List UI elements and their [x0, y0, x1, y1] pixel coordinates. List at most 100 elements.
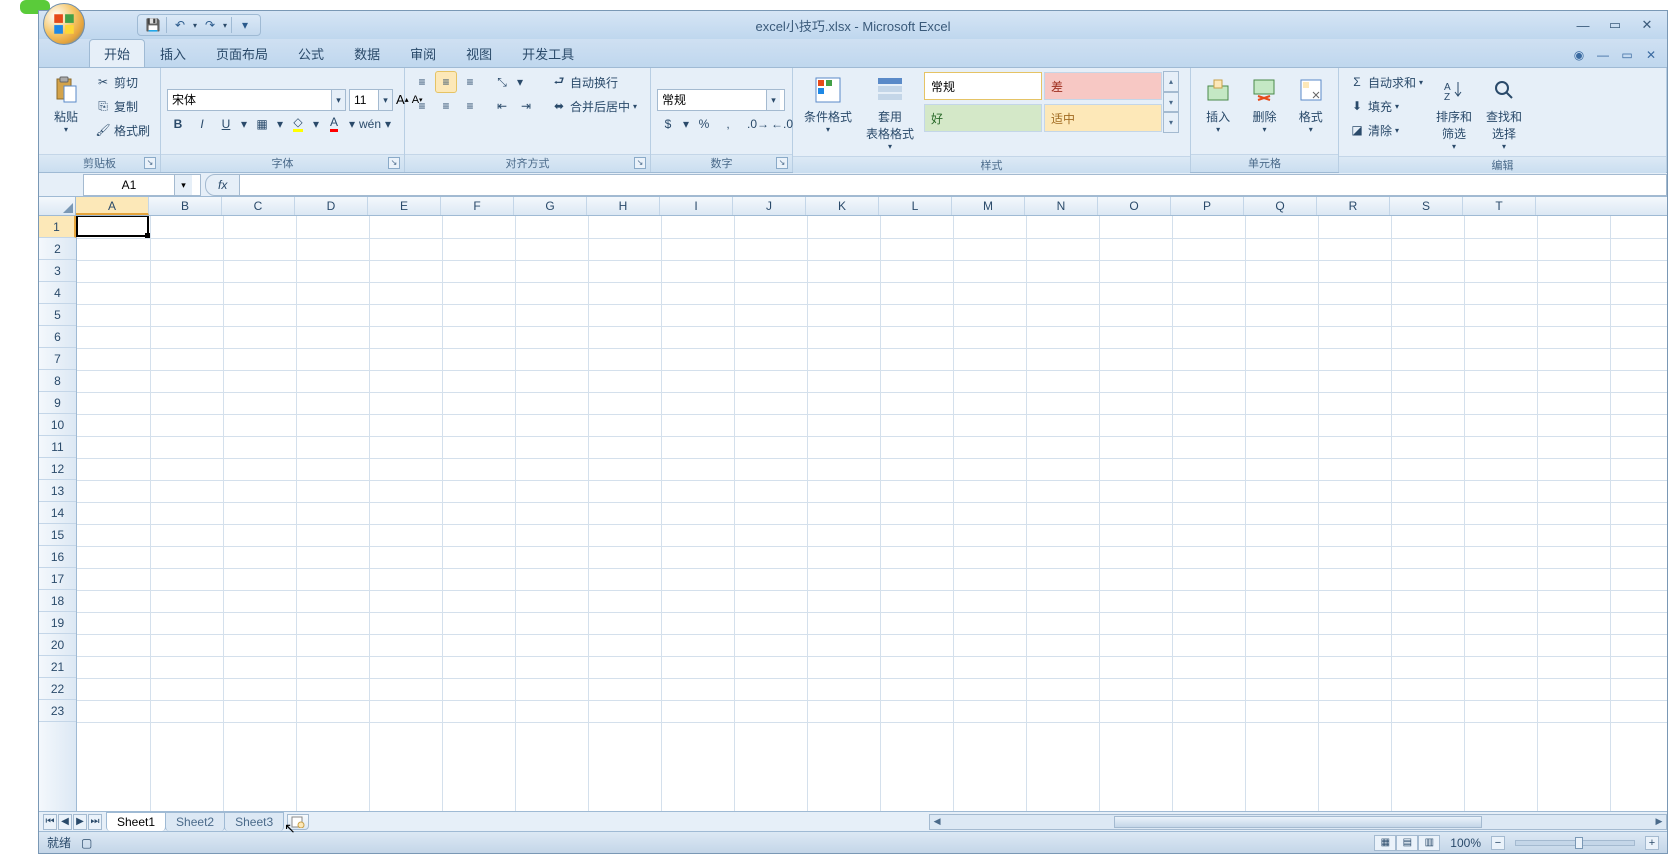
clear-button[interactable]: ◪清除▾: [1345, 119, 1427, 141]
name-box-input[interactable]: [84, 178, 174, 192]
dialog-launcher[interactable]: ↘: [776, 157, 788, 169]
col-header-D[interactable]: D: [295, 197, 368, 215]
gallery-down[interactable]: ▾: [1163, 92, 1179, 113]
col-header-H[interactable]: H: [587, 197, 660, 215]
style-normal[interactable]: 常规: [924, 72, 1042, 100]
decrease-indent-button[interactable]: ⇤: [491, 95, 513, 117]
tab-insert[interactable]: 插入: [145, 39, 201, 67]
zoom-in-button[interactable]: +: [1645, 836, 1659, 850]
help-icon[interactable]: ◉: [1571, 47, 1587, 63]
undo-dropdown[interactable]: ▾: [193, 21, 197, 30]
fill-button[interactable]: ⬇填充▾: [1345, 95, 1427, 117]
sheet-tab-sheet3[interactable]: Sheet3: [224, 812, 284, 831]
percent-button[interactable]: %: [693, 113, 715, 135]
accounting-format-button[interactable]: $: [657, 113, 679, 135]
col-header-G[interactable]: G: [514, 197, 587, 215]
undo-button[interactable]: ↶: [171, 16, 189, 34]
font-color-dropdown[interactable]: ▾: [347, 113, 357, 135]
row-header-4[interactable]: 4: [39, 282, 76, 304]
col-header-E[interactable]: E: [368, 197, 441, 215]
paste-button[interactable]: 粘贴 ▾: [45, 71, 87, 137]
row-header-16[interactable]: 16: [39, 546, 76, 568]
col-header-T[interactable]: T: [1463, 197, 1536, 215]
col-header-R[interactable]: R: [1317, 197, 1390, 215]
row-header-7[interactable]: 7: [39, 348, 76, 370]
row-header-22[interactable]: 22: [39, 678, 76, 700]
conditional-format-button[interactable]: 条件格式▾: [799, 71, 857, 137]
scrollbar-thumb[interactable]: [1114, 816, 1482, 828]
dropdown-icon[interactable]: ▾: [766, 90, 780, 110]
row-header-6[interactable]: 6: [39, 326, 76, 348]
macro-record-icon[interactable]: ▢: [81, 836, 92, 850]
col-header-C[interactable]: C: [222, 197, 295, 215]
page-break-view-button[interactable]: ▥: [1418, 835, 1440, 851]
row-header-15[interactable]: 15: [39, 524, 76, 546]
delete-cells-button[interactable]: 删除▾: [1243, 71, 1285, 137]
row-header-14[interactable]: 14: [39, 502, 76, 524]
underline-dropdown[interactable]: ▾: [239, 113, 249, 135]
row-header-5[interactable]: 5: [39, 304, 76, 326]
row-header-13[interactable]: 13: [39, 480, 76, 502]
row-header-8[interactable]: 8: [39, 370, 76, 392]
dropdown-icon[interactable]: ▾: [331, 90, 345, 110]
format-painter-button[interactable]: 🖌格式刷: [91, 119, 154, 141]
wrap-text-button[interactable]: ⮐自动换行: [547, 71, 641, 93]
zoom-level[interactable]: 100%: [1450, 836, 1481, 850]
select-all-corner[interactable]: [39, 197, 76, 215]
row-header-1[interactable]: 1: [39, 216, 76, 238]
tab-developer[interactable]: 开发工具: [507, 39, 589, 67]
sheet-tab-sheet1[interactable]: Sheet1: [106, 812, 166, 831]
border-button[interactable]: ▦: [251, 113, 273, 135]
prev-sheet-button[interactable]: ◀: [58, 814, 72, 830]
tab-review[interactable]: 审阅: [395, 39, 451, 67]
save-button[interactable]: 💾: [144, 16, 162, 34]
qat-customize[interactable]: ▾: [236, 16, 254, 34]
row-header-23[interactable]: 23: [39, 700, 76, 722]
comma-button[interactable]: ,: [717, 113, 739, 135]
align-right-button[interactable]: ≡: [459, 95, 481, 117]
col-header-Q[interactable]: Q: [1244, 197, 1317, 215]
col-header-J[interactable]: J: [733, 197, 806, 215]
bold-button[interactable]: B: [167, 113, 189, 135]
border-dropdown[interactable]: ▾: [275, 113, 285, 135]
redo-dropdown[interactable]: ▾: [223, 21, 227, 30]
font-size-input[interactable]: [350, 90, 378, 110]
restore-workbook-icon[interactable]: ▭: [1619, 47, 1635, 63]
gallery-more[interactable]: ▾: [1163, 112, 1179, 133]
font-name-input[interactable]: [168, 90, 331, 110]
last-sheet-button[interactable]: ⏭: [88, 814, 102, 830]
copy-button[interactable]: ⎘复制: [91, 95, 154, 117]
tab-data[interactable]: 数据: [339, 39, 395, 67]
first-sheet-button[interactable]: ⏮: [43, 814, 57, 830]
col-header-P[interactable]: P: [1171, 197, 1244, 215]
col-header-S[interactable]: S: [1390, 197, 1463, 215]
orientation-button[interactable]: ⤡: [491, 71, 513, 93]
page-layout-view-button[interactable]: ▤: [1396, 835, 1418, 851]
redo-button[interactable]: ↷: [201, 16, 219, 34]
underline-button[interactable]: U: [215, 113, 237, 135]
col-header-A[interactable]: A: [76, 197, 149, 215]
italic-button[interactable]: I: [191, 113, 213, 135]
col-header-L[interactable]: L: [879, 197, 952, 215]
number-format-combo[interactable]: ▾: [657, 89, 785, 111]
col-header-B[interactable]: B: [149, 197, 222, 215]
dialog-launcher[interactable]: ↘: [388, 157, 400, 169]
increase-indent-button[interactable]: ⇥: [515, 95, 537, 117]
name-box[interactable]: ▾: [83, 174, 201, 196]
phonetic-button[interactable]: wén: [359, 113, 381, 135]
row-header-3[interactable]: 3: [39, 260, 76, 282]
row-header-20[interactable]: 20: [39, 634, 76, 656]
phonetic-dropdown[interactable]: ▾: [383, 113, 393, 135]
sort-filter-button[interactable]: AZ排序和 筛选▾: [1431, 71, 1477, 154]
dropdown-icon[interactable]: ▾: [378, 90, 392, 110]
increase-decimal-button[interactable]: .0→: [747, 113, 769, 135]
scroll-right-icon[interactable]: ▶: [1652, 816, 1666, 827]
office-button[interactable]: [43, 3, 85, 45]
zoom-thumb[interactable]: [1575, 837, 1583, 849]
row-header-19[interactable]: 19: [39, 612, 76, 634]
number-format-input[interactable]: [658, 90, 766, 110]
fill-color-dropdown[interactable]: ▾: [311, 113, 321, 135]
style-neutral[interactable]: 适中: [1044, 104, 1162, 132]
tab-formulas[interactable]: 公式: [283, 39, 339, 67]
maximize-button[interactable]: ▭: [1605, 18, 1625, 32]
